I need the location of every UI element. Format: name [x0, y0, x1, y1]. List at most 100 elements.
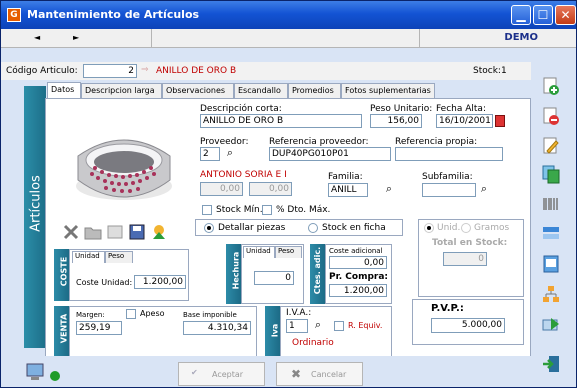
window-list-icon[interactable] [541, 224, 561, 244]
article-name: ANILLO DE ORO B [156, 66, 237, 76]
venta-section-label: VENTA [59, 313, 69, 344]
familia-search-icon[interactable]: ⌕ [381, 182, 397, 198]
tab-datos[interactable]: Datos [47, 82, 81, 98]
hechura-section-label: Hechura [231, 251, 241, 290]
proveedor-input[interactable]: 2 [200, 147, 220, 161]
dto-max-checkbox[interactable] [262, 205, 272, 215]
open-folder-icon[interactable] [84, 223, 102, 241]
proveedor-search-icon[interactable]: ⌕ [222, 146, 238, 162]
edit-image-icon[interactable] [150, 223, 168, 241]
iva-section-label: Iva [270, 323, 280, 338]
close-button[interactable]: ✕ [555, 5, 576, 25]
articulos-sidebar: Artículos [24, 86, 46, 348]
ctes-adic-section-header: Ctes. adic. [310, 244, 325, 304]
gramos-radio [461, 223, 471, 233]
margen-label: Margen: [76, 311, 105, 319]
cancelar-label: Cancelar [311, 370, 347, 379]
hechura-unidad-tab[interactable]: Unidad [243, 246, 275, 258]
add-record-icon[interactable] [541, 76, 561, 96]
subfamilia-search-icon[interactable]: ⌕ [476, 182, 492, 198]
prev-record-button[interactable]: ◄ [34, 33, 40, 42]
pvp-label: P.V.P.: [431, 303, 464, 314]
product-image[interactable] [58, 104, 191, 220]
recargo-equiv-checkbox[interactable] [334, 321, 344, 331]
delete-image-icon[interactable] [62, 223, 80, 241]
delete-record-icon[interactable] [541, 106, 561, 126]
tab-fotos-suplementarias[interactable]: Fotos suplementarias [341, 83, 435, 98]
scan-image-icon[interactable] [106, 223, 124, 241]
ref-propia-input[interactable] [395, 147, 503, 161]
code-bar: Código Articulo: 2 ⇒ ANILLO DE ORO B Sto… [1, 62, 531, 80]
pr-compra-input[interactable]: 1.200,00 [329, 284, 387, 297]
print-preview-icon[interactable] [541, 254, 561, 274]
apeso-label: Apeso [140, 309, 165, 318]
stock-min-checkbox[interactable] [202, 205, 212, 215]
base-imponible-label: Base imponible [183, 311, 237, 319]
maximize-button[interactable]: ☐ [533, 5, 553, 25]
window: G Mantenimiento de Artículos ▁ ☐ ✕ ◄ ► D… [0, 0, 577, 388]
familia-input[interactable]: ANILL [328, 183, 368, 197]
tab-promedios[interactable]: Promedios [288, 83, 341, 98]
subfamilia-input[interactable] [422, 183, 476, 197]
coste-unidad-tab[interactable]: Unidad [72, 251, 105, 263]
computer-icon[interactable] [26, 363, 46, 381]
cancel-icon: ✖ [291, 367, 302, 381]
desc-corta-label: Descripción corta: [200, 104, 282, 114]
export-icon[interactable] [541, 314, 561, 334]
peso-unitario-input[interactable]: 156,00 [370, 114, 422, 128]
coste-unidad-label: Coste Unidad: [76, 278, 133, 287]
ctes-adic-section-label: Ctes. adic. [313, 246, 322, 295]
coste-unidad-input[interactable]: 1.200,00 [134, 275, 186, 289]
margen-input[interactable]: 259,19 [76, 321, 122, 335]
footer-bar [1, 356, 532, 387]
window-title: Mantenimiento de Artículos [27, 8, 200, 21]
desc-corta-input[interactable]: ANILLO DE ORO B [200, 114, 362, 128]
coste-adicional-input[interactable]: 0,00 [329, 256, 387, 269]
apeso-checkbox[interactable] [126, 309, 136, 319]
pvp-input[interactable]: 5.000,00 [431, 318, 505, 333]
total-stock-value: 0 [443, 252, 487, 266]
coste-adicional-label: Coste adicional [329, 247, 383, 255]
status-indicator [50, 371, 60, 381]
hierarchy-icon[interactable] [541, 284, 561, 304]
base-imponible-input[interactable]: 4.310,34 [183, 321, 251, 335]
iva-label: I.V.A.: [286, 308, 312, 318]
next-record-button[interactable]: ► [73, 33, 79, 42]
recargo-equiv-label: R. Equiv. [348, 321, 383, 330]
hechura-section-header: Hechura [226, 244, 241, 304]
app-icon: G [7, 8, 21, 22]
stock-label: Stock:1 [473, 66, 507, 76]
code-input[interactable]: 2 [83, 64, 137, 78]
calendar-icon[interactable] [495, 115, 505, 127]
venta-section-header: VENTA [54, 306, 69, 361]
detallar-piezas-radio[interactable] [204, 223, 214, 233]
edit-record-icon[interactable] [541, 136, 561, 156]
aceptar-button[interactable]: ✔ Aceptar [178, 362, 265, 386]
minimize-button[interactable]: ▁ [511, 5, 531, 25]
value-field-2: 0,00 [249, 182, 292, 196]
stock-ficha-radio[interactable] [308, 223, 318, 233]
arrow-icon: ⇒ [141, 65, 149, 75]
hechura-peso-tab[interactable]: Peso [275, 246, 302, 258]
hechura-input[interactable]: 0 [254, 271, 294, 285]
iva-search-icon[interactable]: ⌕ [310, 318, 326, 334]
tab-descripcion-larga[interactable]: Descripcion larga [81, 83, 162, 98]
ref-proveedor-input[interactable]: DUP40PG010P01 [269, 147, 391, 161]
fecha-alta-input[interactable]: 16/10/2001 [436, 114, 493, 128]
save-image-icon[interactable] [128, 223, 146, 241]
iva-tipo-label: Ordinario [292, 338, 334, 348]
right-toolbar [532, 48, 576, 387]
tab-observaciones[interactable]: Observaciones [162, 83, 234, 98]
cancelar-button[interactable]: ✖ Cancelar [276, 362, 363, 386]
exit-icon[interactable] [541, 354, 561, 374]
iva-input[interactable]: 1 [286, 319, 308, 333]
stock-ficha-label: Stock en ficha [322, 223, 386, 233]
barcode-icon[interactable] [541, 194, 561, 214]
tab-escandallo[interactable]: Escandallo [234, 83, 288, 98]
value-field-1: 0,00 [200, 182, 243, 196]
unid-radio [424, 223, 434, 233]
image-toolbar [62, 220, 187, 244]
coste-peso-tab[interactable]: Peso [105, 251, 133, 263]
pr-compra-label: Pr. Compra: [329, 272, 389, 282]
duplicate-record-icon[interactable] [541, 164, 561, 184]
